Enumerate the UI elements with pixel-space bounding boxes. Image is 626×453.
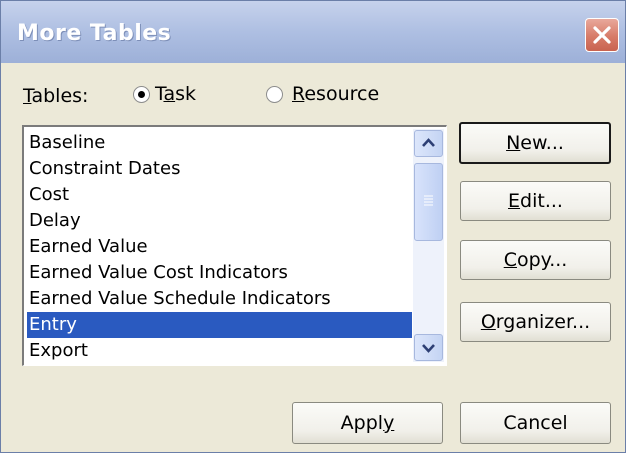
scroll-thumb-grip — [424, 195, 433, 206]
tables-label: Tables: — [23, 85, 89, 107]
scroll-thumb[interactable] — [414, 163, 443, 241]
more-tables-dialog: More Tables Tables: Task Resource Baseli… — [0, 0, 626, 453]
organizer-button[interactable]: Organizer... — [460, 302, 611, 342]
window-title: More Tables — [17, 21, 172, 46]
list-item[interactable]: Earned Value Cost Indicators — [27, 260, 412, 286]
list-item[interactable]: Earned Value — [27, 234, 412, 260]
list-item[interactable]: Delay — [27, 208, 412, 234]
list-item[interactable]: Earned Value Schedule Indicators — [27, 286, 412, 312]
new-button[interactable]: New... — [459, 122, 611, 164]
scroll-down-button[interactable] — [414, 334, 443, 361]
chevron-down-icon — [422, 344, 435, 353]
list-item[interactable]: Export — [27, 338, 412, 364]
close-button[interactable] — [585, 18, 619, 52]
list-item[interactable]: Constraint Dates — [27, 156, 412, 182]
task-radio[interactable] — [133, 86, 150, 103]
close-icon — [593, 26, 611, 44]
apply-button[interactable]: Apply — [292, 402, 443, 444]
edit-button[interactable]: Edit... — [460, 181, 611, 221]
resource-radio[interactable] — [266, 86, 283, 103]
list-item[interactable]: Cost — [27, 182, 412, 208]
copy-button[interactable]: Copy... — [460, 240, 611, 280]
scroll-up-button[interactable] — [414, 130, 443, 157]
tables-listbox[interactable]: Baseline Constraint Dates Cost Delay Ear… — [22, 125, 447, 366]
list-item-selected[interactable]: Entry — [27, 312, 412, 338]
cancel-button[interactable]: Cancel — [460, 402, 611, 444]
list-item[interactable]: Baseline — [27, 130, 412, 156]
task-radio-label[interactable]: Task — [155, 83, 196, 105]
title-bar[interactable]: More Tables — [1, 1, 625, 63]
chevron-up-icon — [422, 138, 435, 147]
resource-radio-label[interactable]: Resource — [292, 83, 379, 105]
vertical-scrollbar[interactable] — [413, 129, 444, 362]
